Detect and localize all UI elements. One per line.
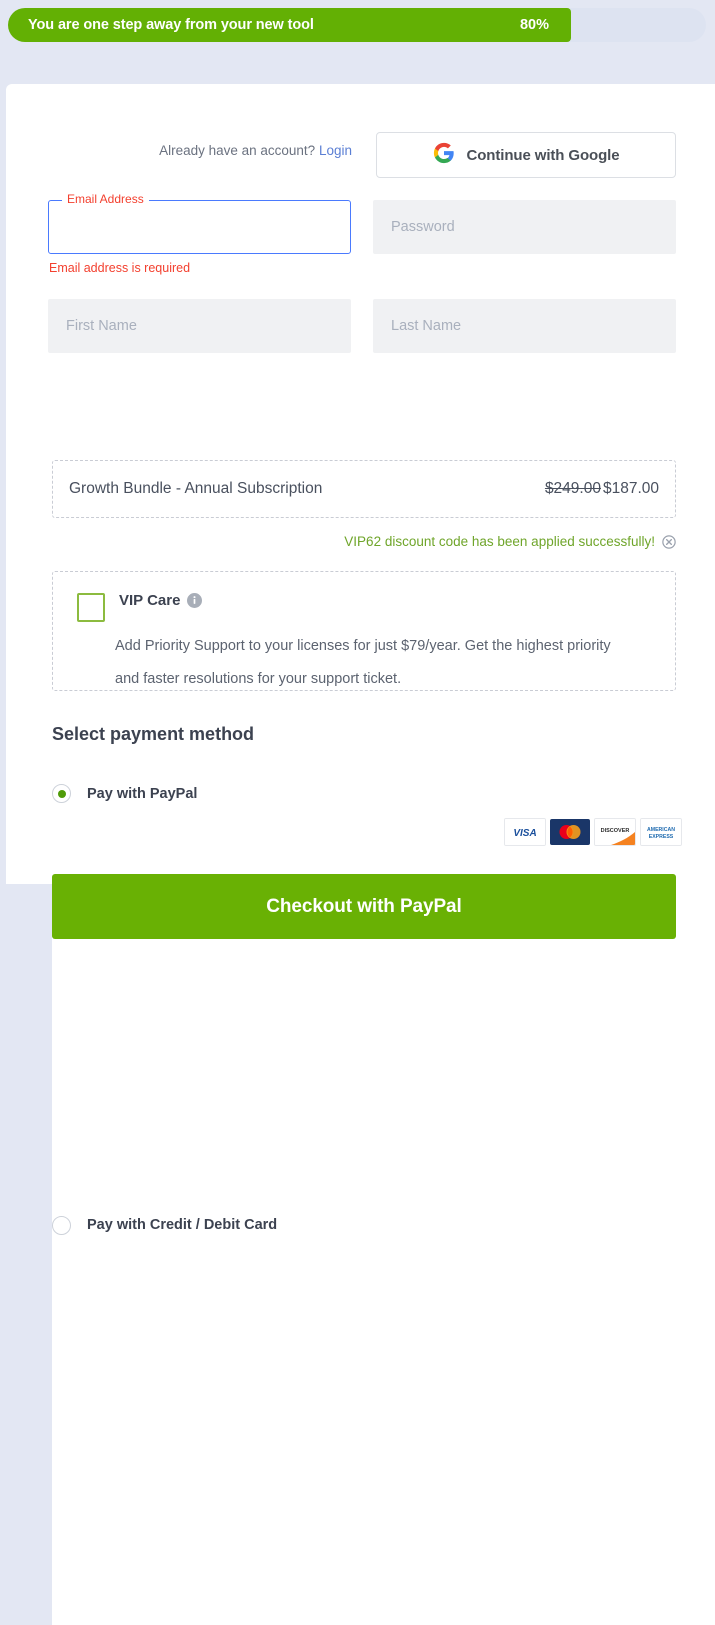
product-price: $249.00 $187.00 [545,480,659,498]
svg-text:AMERICAN: AMERICAN [647,827,675,833]
last-name-field-wrapper [373,299,676,353]
vip-care-title-row: VIP Care [119,592,203,609]
checkout-card: Already have an account? Login Continue … [6,84,715,1625]
svg-text:DISCOVER: DISCOVER [601,828,630,834]
checkout-button[interactable]: Checkout with PayPal [52,874,676,939]
radio-paypal[interactable] [52,784,71,803]
form-row-credentials: Email Address Email address is required [48,192,676,275]
vip-care-checkbox[interactable] [77,593,105,622]
vip-care-description: Add Priority Support to your licenses fo… [115,630,635,696]
progress-message: You are one step away from your new tool [28,17,314,33]
american-express-icon: AMERICAN EXPRESS [640,818,682,846]
form-row-names [48,299,676,353]
discount-applied-notice: VIP62 discount code has been applied suc… [344,534,676,549]
payment-option-paypal[interactable]: Pay with PayPal [52,784,197,803]
payment-option-credit-card-label: Pay with Credit / Debit Card [87,1217,278,1233]
discover-icon: DISCOVER [594,818,636,846]
product-price-original: $249.00 [544,480,601,497]
svg-text:VISA: VISA [513,828,536,839]
email-error-message: Email address is required [49,261,191,275]
vip-care-description-line-1: Add Priority Support to your licenses fo… [115,638,513,654]
progress-percent: 80% [519,17,549,33]
info-icon[interactable] [187,593,203,608]
email-field-wrapper: Email Address Email address is required [48,192,351,275]
circle-x-icon[interactable] [662,534,676,549]
existing-account-prompt: Already have an account? Login [159,143,352,158]
payment-method-heading: Select payment method [52,724,255,744]
login-link[interactable]: Login [319,143,352,158]
discount-message: VIP62 discount code has been applied suc… [344,534,655,549]
password-field-wrapper [373,200,676,275]
svg-text:EXPRESS: EXPRESS [649,834,674,840]
email-input[interactable] [48,200,351,254]
vip-care-header: VIP Care [77,592,651,622]
first-name-field-wrapper [48,299,351,353]
first-name-input[interactable] [48,299,351,353]
vip-care-upsell-box: VIP Care Add Priority Support to your li… [52,571,676,691]
existing-account-text: Already have an account? [159,143,316,158]
payment-option-credit-card[interactable]: Pay with Credit / Debit Card [52,825,715,1625]
product-price-discounted: $187.00 [602,480,659,497]
payment-option-paypal-label: Pay with PayPal [87,785,198,802]
visa-icon: VISA [504,818,546,846]
account-row: Already have an account? Login Continue … [48,132,676,178]
product-summary-row: Growth Bundle - Annual Subscription $249… [52,460,676,518]
radio-credit-card[interactable] [52,1215,71,1235]
continue-with-google-button[interactable]: Continue with Google [376,132,676,178]
progress-fill: You are one step away from your new tool… [8,8,571,42]
product-name: Growth Bundle - Annual Subscription [69,480,323,497]
accepted-card-logos: VISA DISCOVER AMERICAN EXPRESS [504,818,682,846]
last-name-input[interactable] [373,299,676,353]
google-button-label: Continue with Google [466,146,620,164]
google-g-icon [433,142,455,169]
mastercard-icon [550,819,590,845]
signup-form: Email Address Email address is required [48,192,676,367]
onboarding-progress-bar: You are one step away from your new tool… [8,8,706,42]
vip-care-title: VIP Care [119,592,181,609]
password-input[interactable] [373,200,676,254]
